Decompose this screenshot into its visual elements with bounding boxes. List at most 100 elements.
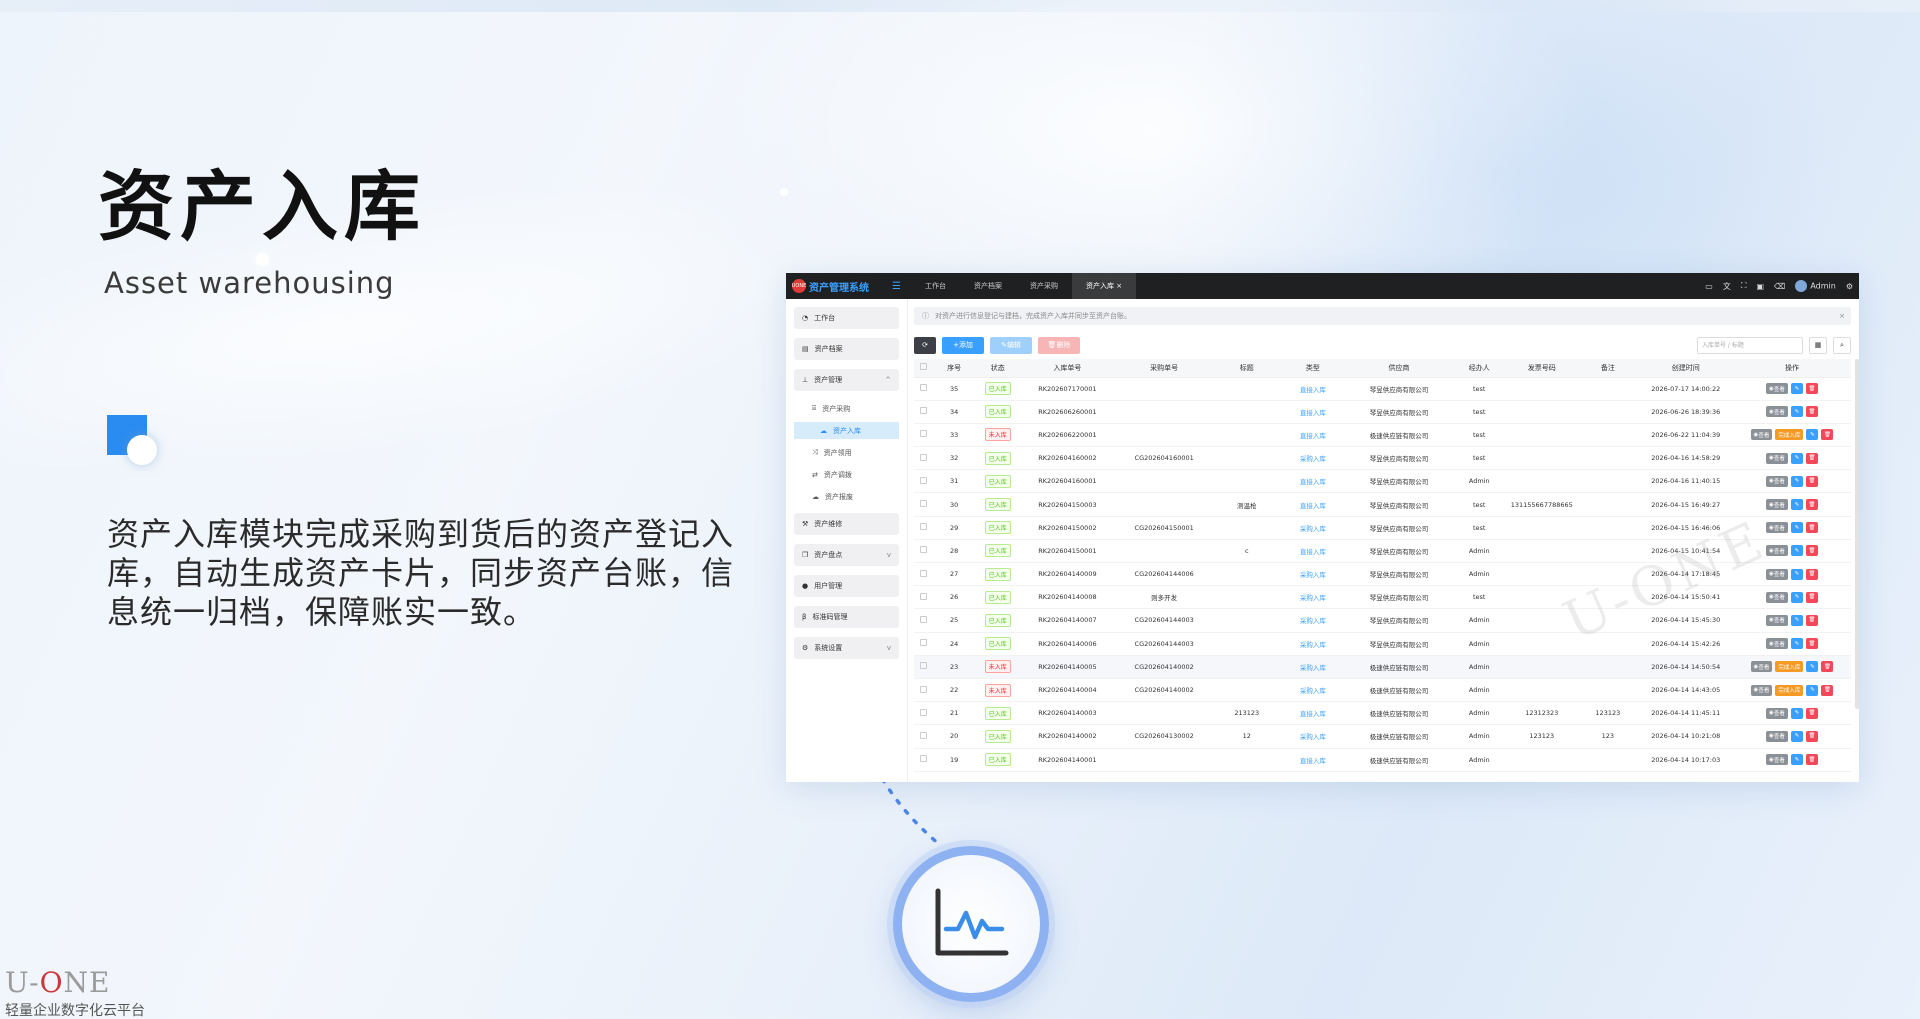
- row-checkbox[interactable]: [914, 678, 933, 703]
- table-row[interactable]: 24 已入库 RK202604140006 CG202604144003 采购入库 琴昱供…: [914, 632, 1851, 656]
- table-row[interactable]: 20 已入库 RK202604140002 CG202604130002 12 采购入库极…: [914, 724, 1851, 749]
- delete-icon[interactable]: 🗑: [1805, 568, 1818, 580]
- tab-archive[interactable]: 资产档案: [960, 273, 1016, 299]
- view-button[interactable]: ◉ 查看: [1766, 522, 1788, 534]
- translate-icon[interactable]: 文: [1723, 281, 1731, 292]
- delete-icon[interactable]: 🗑: [1805, 638, 1818, 650]
- edit-icon[interactable]: ✎: [1806, 429, 1819, 441]
- col-header[interactable]: 发票号码: [1506, 359, 1578, 378]
- user-menu[interactable]: Admin: [1795, 280, 1836, 292]
- menu-toggle-icon[interactable]: ☰: [892, 281, 901, 292]
- col-header[interactable]: 序号: [932, 359, 976, 378]
- delete-icon[interactable]: 🗑: [1821, 661, 1834, 673]
- edit-icon[interactable]: ✎: [1790, 638, 1803, 650]
- search-input[interactable]: 入库单号 / 标题: [1697, 336, 1803, 354]
- row-checkbox[interactable]: [914, 655, 933, 679]
- close-icon[interactable]: ×: [1839, 312, 1845, 320]
- delete-icon[interactable]: 🗑: [1805, 406, 1818, 418]
- add-button[interactable]: + 添加: [942, 336, 984, 354]
- settings-icon[interactable]: ⚙: [1846, 282, 1853, 291]
- complete-inbound-button[interactable]: 完成入库: [1775, 661, 1804, 673]
- row-checkbox[interactable]: [914, 748, 933, 772]
- table-row[interactable]: 21 已入库 RK202604140003 213123 直接入库 极速供应链有限公司 Ad…: [914, 701, 1851, 726]
- table-row[interactable]: 30 已入库 RK202604150003 测温枪 直接入库 琴昱供应商有限公司 test 1…: [914, 492, 1851, 517]
- col-header[interactable]: 入库单号: [1020, 359, 1115, 378]
- scrollbar[interactable]: [1855, 359, 1859, 709]
- view-button[interactable]: ◉ 查看: [1750, 661, 1773, 673]
- row-checkbox[interactable]: [914, 423, 933, 448]
- edit-icon[interactable]: ✎: [1790, 707, 1803, 719]
- col-header[interactable]: 经办人: [1452, 359, 1507, 378]
- table-row[interactable]: 34 已入库 RK202606260001 直接入库 琴昱供应商有限公司 test 2026…: [914, 400, 1851, 424]
- row-checkbox[interactable]: [914, 469, 933, 494]
- view-button[interactable]: ◉ 查看: [1766, 730, 1788, 742]
- sidebar-item-repair[interactable]: ⚒ 资产维修: [794, 513, 899, 535]
- edit-icon[interactable]: ✎: [1806, 684, 1819, 696]
- edit-icon[interactable]: ✎: [1790, 591, 1803, 603]
- sidebar-sub-requisition[interactable]: ⤨ 资产领用: [794, 444, 899, 461]
- view-button[interactable]: ◉ 查看: [1766, 638, 1788, 650]
- sidebar-sub-transfer[interactable]: ⇄ 资产调拨: [794, 466, 899, 483]
- col-header[interactable]: 采购单号: [1114, 359, 1214, 378]
- column-toggle-icon[interactable]: ▦: [1809, 336, 1827, 354]
- sidebar-item-asset-management[interactable]: ⊥ 资产管理 ^: [794, 369, 899, 391]
- view-button[interactable]: ◉ 查看: [1750, 429, 1773, 441]
- message-icon[interactable]: ▭: [1705, 282, 1713, 291]
- delete-icon[interactable]: 🗑: [1821, 429, 1834, 441]
- delete-icon[interactable]: 🗑: [1805, 452, 1818, 464]
- sidebar-sub-warehousing[interactable]: ☁ 资产入库: [794, 422, 899, 439]
- view-button[interactable]: ◉ 查看: [1766, 707, 1788, 719]
- row-checkbox[interactable]: [914, 585, 933, 610]
- delete-icon[interactable]: 🗑: [1805, 614, 1818, 626]
- edit-icon[interactable]: ✎: [1790, 614, 1803, 626]
- tab-workbench[interactable]: 工作台: [911, 273, 960, 299]
- view-button[interactable]: ◉ 查看: [1750, 684, 1773, 696]
- row-checkbox[interactable]: [914, 562, 933, 587]
- col-header[interactable]: 标题: [1213, 359, 1280, 378]
- row-checkbox[interactable]: [914, 377, 933, 401]
- edit-icon[interactable]: ✎: [1790, 730, 1803, 742]
- edit-icon[interactable]: ✎: [1790, 522, 1803, 534]
- screen-icon[interactable]: ▣: [1756, 282, 1764, 291]
- view-button[interactable]: ◉ 查看: [1766, 754, 1788, 766]
- view-button[interactable]: ◉ 查看: [1766, 452, 1788, 464]
- col-header[interactable]: 操作: [1732, 359, 1851, 378]
- sidebar-item-users[interactable]: ● 用户管理: [794, 575, 899, 597]
- view-button[interactable]: ◉ 查看: [1766, 475, 1788, 487]
- delete-icon[interactable]: 🗑: [1805, 475, 1818, 487]
- sidebar-item-codes[interactable]: β 标准码管理: [794, 606, 899, 628]
- edit-icon[interactable]: ✎: [1790, 452, 1803, 464]
- table-row[interactable]: 22 未入库 RK202604140004 CG202604140002 采购入库 极速供…: [914, 678, 1851, 703]
- sidebar-item-inventory[interactable]: ❐ 资产盘点 v: [794, 544, 899, 566]
- row-checkbox[interactable]: [914, 724, 933, 749]
- edit-icon[interactable]: ✎: [1790, 545, 1803, 557]
- row-checkbox[interactable]: [914, 632, 933, 656]
- row-checkbox[interactable]: [914, 492, 933, 517]
- view-button[interactable]: ◉ 查看: [1766, 568, 1788, 580]
- col-header[interactable]: 类型: [1279, 359, 1346, 378]
- delete-icon[interactable]: 🗑: [1805, 383, 1818, 395]
- trash-icon[interactable]: ⌫: [1774, 282, 1785, 291]
- col-header[interactable]: 创建时间: [1638, 359, 1733, 378]
- search-icon[interactable]: ⌕: [1833, 336, 1851, 354]
- select-all-checkbox[interactable]: [914, 359, 933, 378]
- fullscreen-icon[interactable]: ⛶: [1741, 281, 1747, 291]
- table-row[interactable]: 35 已入库 RK202607170001 直接入库 琴昱供应商有限公司 test 2026…: [914, 377, 1851, 401]
- complete-inbound-button[interactable]: 完成入库: [1775, 429, 1804, 441]
- sidebar-item-settings[interactable]: ⚙ 系统设置 v: [794, 637, 899, 659]
- edit-icon[interactable]: ✎: [1790, 475, 1803, 487]
- edit-button[interactable]: ✎ 编辑: [990, 336, 1032, 354]
- row-checkbox[interactable]: [914, 539, 933, 564]
- col-header[interactable]: 备注: [1577, 359, 1639, 378]
- edit-icon[interactable]: ✎: [1806, 661, 1819, 673]
- delete-icon[interactable]: 🗑: [1805, 754, 1818, 766]
- sidebar-item-archive[interactable]: ▤ 资产档案: [794, 338, 899, 360]
- col-header[interactable]: 供应商: [1345, 359, 1453, 378]
- table-row[interactable]: 19 已入库 RK202604140001 直接入库 极速供应链有限公司 Admin 202…: [914, 748, 1851, 772]
- delete-icon[interactable]: 🗑: [1805, 591, 1818, 603]
- complete-inbound-button[interactable]: 完成入库: [1775, 684, 1804, 696]
- sidebar-item-workbench[interactable]: ◔ 工作台: [794, 307, 899, 329]
- delete-icon[interactable]: 🗑: [1805, 545, 1818, 557]
- table-row[interactable]: 33 未入库 RK202606220001 直接入库 极速供应链有限公司 test 2026…: [914, 423, 1851, 448]
- sidebar-sub-scrap[interactable]: ☁ 资产报废: [794, 488, 899, 505]
